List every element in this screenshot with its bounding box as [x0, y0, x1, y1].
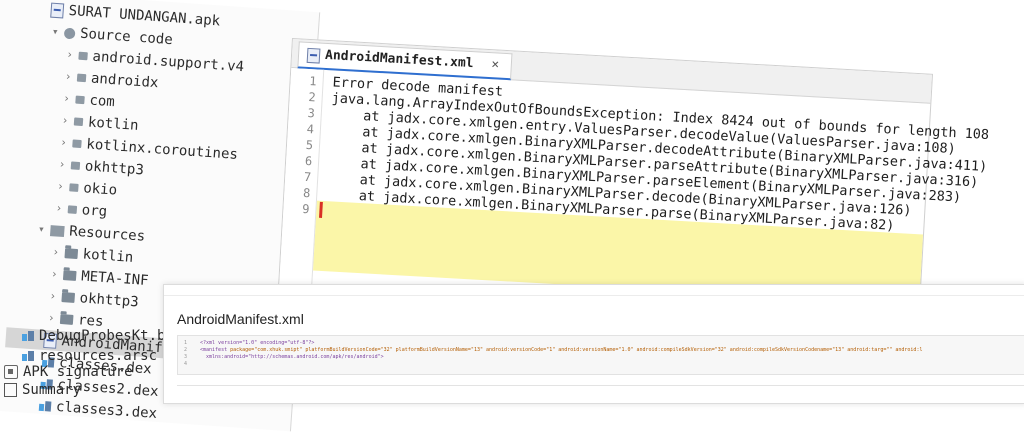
- package-icon: [75, 95, 85, 105]
- chevron-right-icon[interactable]: ›: [58, 110, 71, 131]
- file-title: AndroidManifest.xml: [177, 311, 304, 327]
- tree-item-label: kotlin: [82, 246, 134, 266]
- tree-item-apk-signature[interactable]: APK signature: [4, 362, 133, 382]
- tree-item-label: APK signature: [23, 364, 133, 380]
- line-number: 3: [307, 105, 316, 121]
- package-icon: [69, 183, 79, 192]
- line-number: 6: [304, 153, 313, 169]
- tree-item-label: DebugProbesKt.bi: [39, 328, 174, 344]
- line-number: 7: [303, 169, 312, 185]
- line-number: 1: [308, 74, 318, 89]
- signature-icon: [4, 365, 18, 379]
- line-number: 1: [184, 340, 188, 346]
- tree-item-summary[interactable]: Summary: [4, 380, 81, 400]
- chevron-right-icon[interactable]: ›: [63, 45, 76, 66]
- tree-item-package-kotlin[interactable]: › kotlin: [58, 110, 139, 136]
- line-number: 8: [302, 185, 311, 201]
- tree-item-label: com: [88, 92, 116, 111]
- chevron-right-icon[interactable]: ›: [57, 132, 70, 153]
- chevron-right-icon[interactable]: ›: [48, 264, 61, 285]
- line-number: 5: [305, 137, 314, 153]
- folder-icon: [64, 248, 79, 260]
- tree-item-label: okhttp3: [84, 158, 145, 179]
- xml-file-icon: [306, 47, 321, 64]
- line-number: 2: [184, 347, 188, 353]
- tree-item-package-okio[interactable]: › okio: [54, 176, 118, 200]
- package-icon: [76, 73, 87, 83]
- package-icon: [78, 51, 88, 61]
- tree-item-label: Summary: [22, 382, 82, 398]
- chevron-right-icon[interactable]: ›: [46, 286, 59, 307]
- tree-item-label: META-INF: [80, 268, 150, 290]
- summary-icon: [4, 383, 17, 397]
- chevron-right-icon[interactable]: ›: [61, 67, 74, 88]
- line-number: 2: [308, 90, 317, 105]
- package-icon: [67, 205, 78, 214]
- chevron-right-icon[interactable]: ›: [55, 154, 68, 175]
- file-icon: [22, 350, 34, 362]
- tree-item-label: androidx: [90, 70, 159, 92]
- line-number: 4: [184, 361, 188, 367]
- web-preview-card: AndroidManifest.xml 1 2 3 4 <?xml versio…: [163, 284, 1024, 404]
- manifest-open-line: <manifest package="com.xhuk.smipt" platf…: [200, 347, 922, 354]
- tree-item-label: okio: [82, 180, 118, 199]
- manifest-attributes: package="com.xhuk.smipt" platformBuildVe…: [230, 347, 923, 353]
- chevron-down-icon[interactable]: ▾: [35, 219, 48, 240]
- tree-item-label: org: [81, 202, 108, 220]
- source-code-icon: [63, 27, 76, 39]
- package-icon: [72, 139, 82, 149]
- line-number: 4: [306, 121, 315, 137]
- tab-label: AndroidManifest.xml: [324, 47, 474, 72]
- tree-item-label: okhttp3: [79, 290, 140, 311]
- folder-icon: [61, 292, 76, 303]
- tree-item-package-org[interactable]: › org: [52, 198, 108, 222]
- line-number: 3: [184, 354, 188, 360]
- chevron-right-icon[interactable]: ›: [60, 89, 73, 110]
- chevron-right-icon[interactable]: ›: [49, 242, 62, 263]
- package-icon: [73, 117, 84, 127]
- folder-icon: [59, 314, 74, 325]
- chevron-right-icon[interactable]: ›: [54, 176, 67, 197]
- line-number: 9: [301, 201, 310, 217]
- apk-file-icon: [50, 2, 65, 18]
- xml-declaration-line: <?xml version="1.0" encoding="utf-8"?>: [200, 340, 315, 346]
- tree-item-label: classes3.dex: [55, 398, 158, 422]
- tree-item-package-com[interactable]: › com: [60, 89, 116, 113]
- manifest-tag: <manifest: [200, 347, 231, 353]
- xml-code-box[interactable]: 1 2 3 4 <?xml version="1.0" encoding="ut…: [177, 335, 1024, 375]
- tree-item-debugprobes[interactable]: DebugProbesKt.bi: [22, 326, 174, 346]
- card-top-bar: [164, 285, 1024, 296]
- resources-folder-icon: [49, 224, 65, 237]
- tree-item-label: kotlin: [87, 114, 139, 134]
- file-icon: [22, 330, 34, 342]
- divider: [177, 385, 1024, 386]
- chevron-down-icon[interactable]: ▾: [49, 22, 62, 43]
- tree-item-label: Resources: [68, 223, 146, 245]
- xmlns-line: xmlns:android="http://schemas.android.co…: [200, 354, 384, 360]
- chevron-right-icon[interactable]: ›: [52, 198, 65, 219]
- code-editor-window: AndroidManifest.xml × 1 2 3 4 5 6 7 8 9 …: [278, 38, 989, 324]
- package-icon: [70, 161, 81, 170]
- folder-icon: [62, 270, 77, 282]
- close-icon[interactable]: ×: [491, 53, 500, 77]
